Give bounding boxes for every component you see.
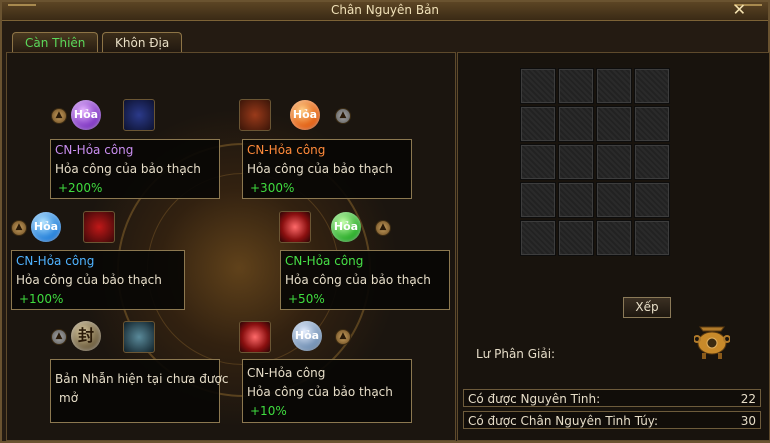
gem-stat-box: CN-Hỏa công Hỏa công của bảo thạch +10% [242, 359, 412, 423]
weapon-item-icon[interactable] [83, 211, 115, 243]
gem-stat-desc: Hỏa công của bảo thạch [247, 162, 393, 176]
upgrade-arrow-icon[interactable]: ▲ [375, 220, 391, 236]
necklace-item-icon[interactable] [123, 99, 155, 131]
inventory-slot[interactable] [596, 68, 632, 104]
inventory-slot[interactable] [520, 144, 556, 180]
stat-value: 30 [740, 414, 756, 428]
inventory-slot[interactable] [596, 220, 632, 256]
inventory-slot[interactable] [558, 144, 594, 180]
chan-nguyen-ban-window: Chân Nguyên Bản ✕ Càn Thiên Khôn Địa ▲ H… [0, 0, 770, 443]
fire-gem-green-icon[interactable]: Hỏa [331, 212, 361, 242]
window-title: Chân Nguyên Bản [330, 3, 440, 17]
gem-stat-bonus: +100% [19, 292, 64, 306]
inventory-slot[interactable] [596, 144, 632, 180]
inventory-slot[interactable] [520, 68, 556, 104]
gem-stat-box: CN-Hỏa công Hỏa công của bảo thạch +200% [50, 139, 220, 199]
inventory-panel: Xếp Lư Phân Giải: Có được Nguyên Tinh: 2… [457, 52, 770, 441]
gem-stat-title: CN-Hỏa công [16, 254, 95, 268]
eye-amulet-item-icon[interactable] [239, 321, 271, 353]
stat-label: Có được Nguyên Tinh: [468, 392, 601, 406]
inventory-slot[interactable] [634, 68, 670, 104]
chan-nguyen-tinh-tuy-stat: Có được Chân Nguyên Tinh Túy: 30 [463, 411, 761, 429]
inventory-slot[interactable] [520, 220, 556, 256]
gem-stat-title: CN-Hỏa công [247, 366, 326, 380]
title-bar: Chân Nguyên Bản ✕ [2, 0, 768, 21]
decompose-label: Lư Phân Giải: [476, 347, 556, 361]
stat-value: 22 [740, 392, 756, 406]
inventory-slot[interactable] [634, 220, 670, 256]
gem-stat-box: CN-Hỏa công Hỏa công của bảo thạch +300% [242, 139, 412, 199]
gem-stat-desc: Hỏa công của bảo thạch [55, 162, 201, 176]
sealed-socket-icon[interactable]: 封 [71, 321, 101, 351]
fire-gem-silver-icon[interactable]: Hỏa [292, 321, 322, 351]
inventory-slot[interactable] [558, 182, 594, 218]
inventory-slot[interactable] [520, 106, 556, 142]
fire-gem-purple-icon[interactable]: Hỏa [71, 100, 101, 130]
gem-stat-bonus: +10% [250, 404, 287, 418]
locked-ring-box: Bản Nhẫn hiện tại chưa được mở [50, 359, 229, 423]
gem-stat-box: CN-Hỏa công Hỏa công của bảo thạch +100% [11, 250, 185, 310]
eye-amulet-item-icon[interactable] [279, 211, 311, 243]
gem-stat-desc: Hỏa công của bảo thạch [247, 385, 393, 399]
gem-stat-bonus: +50% [288, 292, 325, 306]
ring-item-icon[interactable] [123, 321, 155, 353]
inventory-slot[interactable] [520, 182, 556, 218]
inventory-slot[interactable] [558, 220, 594, 256]
tab-khon-dia[interactable]: Khôn Địa [102, 32, 183, 53]
close-icon[interactable]: ✕ [733, 0, 746, 19]
fire-gem-blue-icon[interactable]: Hỏa [31, 212, 61, 242]
gem-stat-title: CN-Hỏa công [285, 254, 364, 268]
inventory-slot[interactable] [558, 106, 594, 142]
decompose-urn-icon[interactable] [694, 321, 730, 361]
stat-label: Có được Chân Nguyên Tinh Túy: [468, 414, 659, 428]
gem-stat-title: CN-Hỏa công [55, 143, 134, 157]
nguyen-tinh-stat: Có được Nguyên Tinh: 22 [463, 389, 761, 407]
sort-button[interactable]: Xếp [623, 297, 671, 318]
upgrade-arrow-icon[interactable]: ▲ [335, 108, 351, 124]
upgrade-arrow-icon[interactable]: ▲ [335, 329, 351, 345]
inventory-slot[interactable] [558, 68, 594, 104]
upgrade-arrow-icon[interactable]: ▲ [11, 220, 27, 236]
locked-message-cont: mở [59, 391, 79, 405]
gem-stat-bonus: +300% [250, 181, 295, 195]
tab-can-thien[interactable]: Càn Thiên [12, 32, 99, 53]
fire-gem-orange-icon[interactable]: Hỏa [290, 100, 320, 130]
inventory-slot[interactable] [634, 182, 670, 218]
inventory-slot[interactable] [634, 106, 670, 142]
gem-stat-title: CN-Hỏa công [247, 143, 326, 157]
bracer-item-icon[interactable] [239, 99, 271, 131]
inventory-slot[interactable] [596, 106, 632, 142]
upgrade-arrow-icon[interactable]: ▲ [51, 108, 67, 124]
gem-stat-desc: Hỏa công của bảo thạch [16, 273, 162, 287]
gem-stat-bonus: +200% [58, 181, 103, 195]
gem-socket-panel: ▲ Hỏa CN-Hỏa công Hỏa công của bảo thạch… [6, 52, 456, 441]
upgrade-arrow-icon[interactable]: ▲ [51, 329, 67, 345]
locked-message: Bản Nhẫn hiện tại chưa được [55, 372, 229, 386]
inventory-slot[interactable] [596, 182, 632, 218]
inventory-slot[interactable] [634, 144, 670, 180]
gem-stat-desc: Hỏa công của bảo thạch [285, 273, 431, 287]
gem-stat-box: CN-Hỏa công Hỏa công của bảo thạch +50% [280, 250, 450, 310]
